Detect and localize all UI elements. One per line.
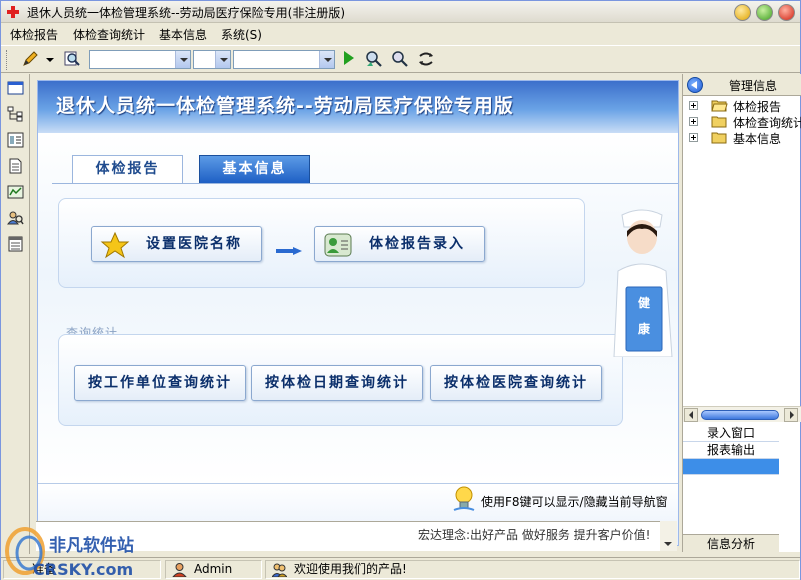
nurse-sign-1: 健	[638, 295, 651, 310]
status-user: Admin	[194, 562, 233, 576]
nurse-sign-2: 康	[638, 321, 651, 336]
tree-label: 基本信息	[733, 132, 782, 146]
app-window: 退休人员统一体检管理系统--劳动局医疗保险专用(非注册版) 体检报告 体检查询统…	[0, 0, 801, 580]
red-cross-icon	[7, 6, 19, 18]
set-hospital-label: 设置医院名称	[146, 236, 242, 252]
star-icon	[100, 231, 130, 259]
status-message-cell: 欢迎使用我们的产品!	[265, 560, 800, 579]
nav-panel-title: 管理信息	[729, 79, 778, 93]
document-icon[interactable]	[7, 158, 24, 174]
minimize-button[interactable]	[734, 4, 751, 21]
navigation-panel: 管理信息 体检报告 体检查询统计 基本信息 录入窗口 报表输出 信息分析	[682, 74, 801, 552]
watermark-brand: 非凡软件站	[49, 535, 134, 556]
menu-basic-info[interactable]: 基本信息	[159, 26, 207, 43]
content-background	[38, 133, 678, 483]
run-icon[interactable]	[344, 51, 354, 65]
query-by-unit-button[interactable]: 按工作单位查询统计	[74, 365, 246, 401]
user-card-icon	[324, 233, 352, 257]
refresh-icon[interactable]	[417, 50, 435, 68]
search-record-icon[interactable]	[391, 50, 409, 68]
info-analysis-button[interactable]: 信息分析	[683, 534, 779, 552]
set-hospital-button[interactable]: 设置医院名称	[91, 226, 262, 262]
scroll-right-icon[interactable]	[784, 408, 798, 422]
title-bar: 退休人员统一体检管理系统--劳动局医疗保险专用(非注册版)	[1, 1, 800, 23]
menu-report[interactable]: 体检报告	[10, 26, 58, 43]
banner-title: 退休人员统一体检管理系统--劳动局医疗保险专用版	[56, 95, 514, 117]
dashboard-panel: 退休人员统一体检管理系统--劳动局医疗保险专用版 体检报告 基本信息 设置医院名…	[37, 80, 679, 546]
status-message: 欢迎使用我们的产品!	[294, 562, 407, 576]
watermark-domain: CRSKY.com	[33, 560, 133, 579]
tree-item-query-stats[interactable]: 体检查询统计	[687, 114, 801, 130]
tree-label: 体检查询统计	[733, 116, 801, 130]
menu-system[interactable]: 系统(S)	[221, 26, 262, 43]
toolbar	[1, 45, 800, 73]
combo-field-3[interactable]	[233, 50, 335, 69]
horizontal-scrollbar[interactable]	[683, 406, 801, 422]
scroll-down-icon[interactable]	[663, 541, 673, 547]
folder-icon	[711, 132, 727, 144]
users-search-icon[interactable]	[7, 210, 24, 226]
tab-report[interactable]: 体检报告	[72, 155, 183, 184]
nurse-illustration: 健 康	[613, 209, 673, 357]
expand-icon[interactable]	[689, 117, 698, 126]
expand-icon[interactable]	[689, 133, 698, 142]
tab-basic-info[interactable]: 基本信息	[199, 155, 310, 184]
combo-field-1[interactable]	[89, 50, 191, 69]
window-title: 退休人员统一体检管理系统--劳动局医疗保险专用(非注册版)	[27, 6, 346, 20]
group-icon	[272, 563, 287, 577]
selected-empty-row[interactable]	[683, 459, 779, 475]
open-folder-icon	[711, 100, 728, 112]
report-output-button[interactable]: 报表输出	[683, 442, 779, 459]
collapse-back-icon[interactable]	[687, 77, 703, 93]
form-icon[interactable]	[7, 132, 24, 148]
tree-item-basic-info[interactable]: 基本信息	[687, 130, 801, 146]
user-icon	[172, 563, 187, 577]
tree-item-report[interactable]: 体检报告	[687, 98, 801, 114]
combo-field-2[interactable]	[193, 50, 231, 69]
left-toolbar	[1, 74, 30, 554]
tree-label: 体检报告	[733, 100, 782, 114]
window-icon[interactable]	[7, 80, 24, 96]
toolbar-grip	[6, 50, 9, 70]
scroll-left-icon[interactable]	[684, 408, 698, 422]
close-button[interactable]	[778, 4, 795, 21]
report-entry-button[interactable]: 体检报告录入	[314, 226, 485, 262]
find-user-icon[interactable]	[365, 50, 383, 68]
vertical-scrollbar[interactable]	[660, 521, 677, 551]
menu-bar: 体检报告 体检查询统计 基本信息 系统(S)	[1, 24, 800, 44]
dropdown-arrow-icon[interactable]	[45, 50, 55, 68]
main-area: 退休人员统一体检管理系统--劳动局医疗保险专用版 体检报告 基本信息 设置医院名…	[31, 74, 681, 552]
nav-panel-header: 管理信息	[683, 74, 801, 96]
tab-divider	[52, 183, 678, 184]
banner: 退休人员统一体检管理系统--劳动局医疗保险专用版	[38, 81, 678, 133]
f8-hint: 使用F8键可以显示/隐藏当前导航窗	[481, 495, 668, 509]
watermark-logo: 非凡软件站 CRSKY.com	[5, 527, 134, 579]
maximize-button[interactable]	[756, 4, 773, 21]
status-user-cell: Admin	[165, 560, 262, 579]
pencil-icon[interactable]	[21, 50, 39, 68]
entry-window-button[interactable]: 录入窗口	[683, 425, 779, 442]
scroll-thumb[interactable]	[701, 410, 779, 420]
tree-structure-icon[interactable]	[7, 106, 24, 122]
lightbulb-icon	[453, 486, 475, 511]
menu-query-stats[interactable]: 体检查询统计	[73, 26, 145, 43]
report-entry-label: 体检报告录入	[369, 236, 465, 252]
arrow-right-icon	[276, 247, 302, 255]
expand-icon[interactable]	[689, 101, 698, 110]
preview-search-icon[interactable]	[63, 50, 81, 68]
chart-icon[interactable]	[7, 184, 24, 200]
list-icon[interactable]	[7, 236, 24, 252]
folder-icon	[711, 116, 727, 128]
slogan-text: 宏达理念:出好产品 做好服务 提升客户价值!	[418, 528, 651, 542]
query-by-hospital-button[interactable]: 按体检医院查询统计	[430, 365, 602, 401]
query-by-date-button[interactable]: 按体检日期查询统计	[251, 365, 423, 401]
